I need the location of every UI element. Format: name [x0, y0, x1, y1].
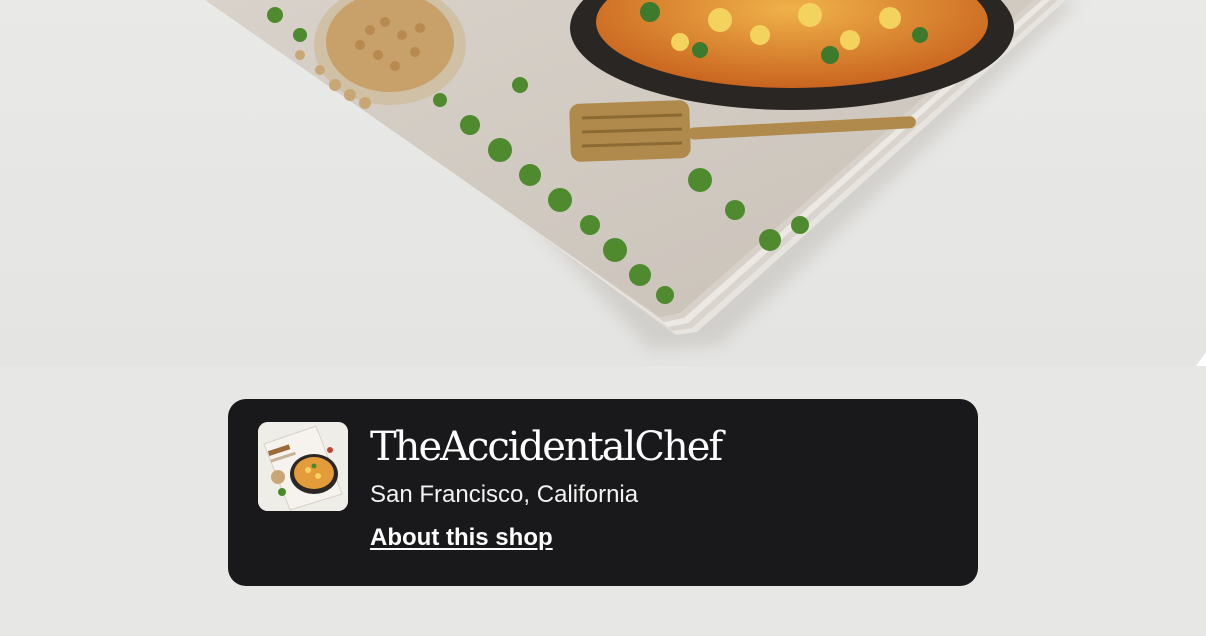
cookbook-product-photo-icon — [205, 0, 1206, 366]
shop-info-card: TheAccidentalChef San Francisco, Califor… — [228, 399, 978, 586]
shop-name[interactable]: TheAccidentalChef — [370, 423, 723, 471]
product-hero-image[interactable] — [0, 0, 1206, 366]
shop-logo-cookbook-cover-icon — [258, 422, 348, 511]
about-shop-link[interactable]: About this shop — [370, 524, 553, 553]
shop-location: San Francisco, California — [370, 481, 639, 508]
shop-logo[interactable] — [258, 422, 348, 511]
